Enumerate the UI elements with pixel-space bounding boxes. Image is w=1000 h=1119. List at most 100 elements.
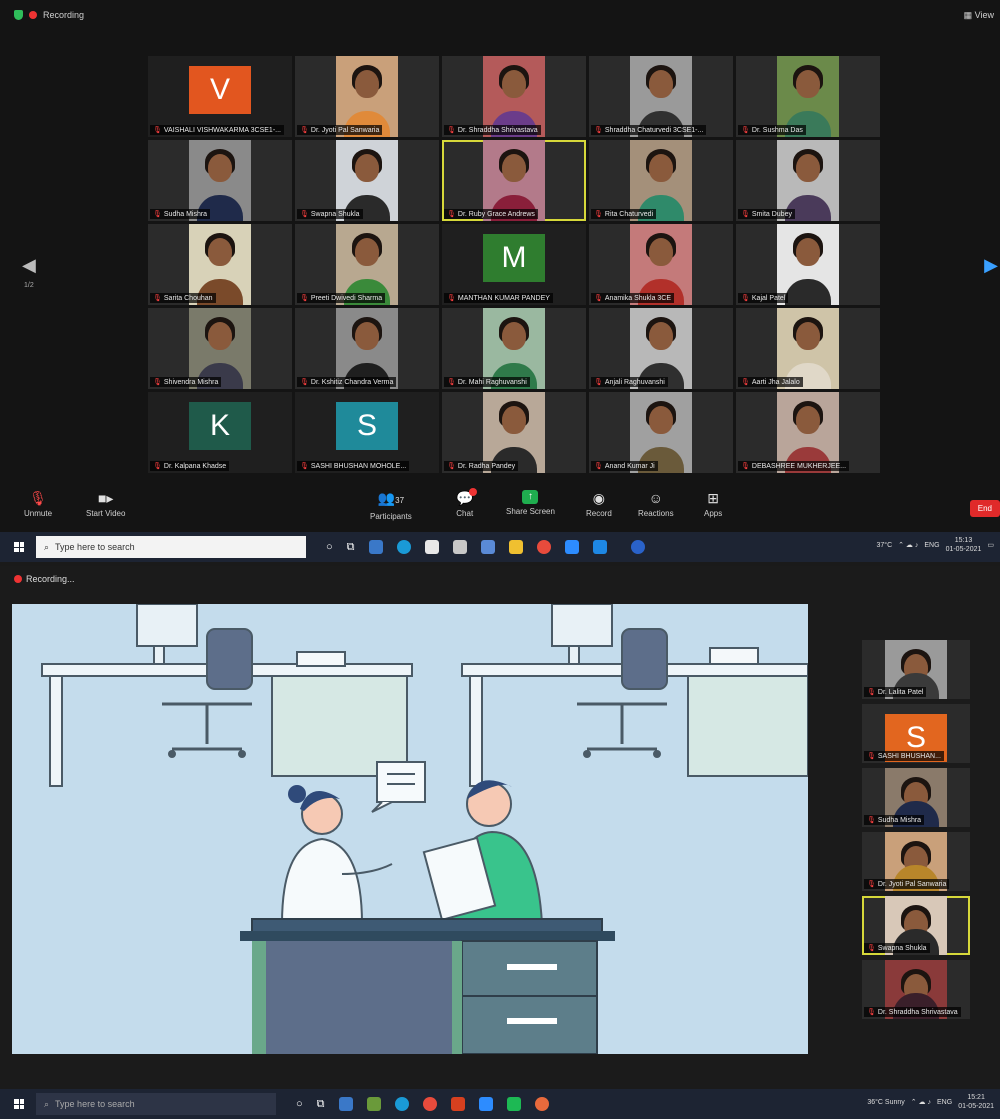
windows-taskbar: ⌕ Type here to search ○ ⧉ 37°C ⌃ ☁ ♪ ENG… (0, 532, 1000, 562)
windows-start-icon[interactable] (14, 542, 24, 552)
meeting-toolbar: 🎙 Unmute ■▸ Start Video 👥37 Participants… (0, 488, 1000, 528)
cortana-icon[interactable]: ○ (296, 1098, 303, 1110)
tray-icons: ⌃ ☁ ♪ (898, 542, 919, 549)
participant-tile[interactable]: V 🎙 VAISHALI VISHWAKARMA 3CSE1-... (148, 56, 292, 137)
participant-tile[interactable]: S 🎙 SASHI BHUSHAN MOHOLE... (295, 392, 439, 473)
zoom-icon[interactable] (478, 1097, 493, 1111)
participants-button[interactable]: 👥37 Participants (370, 490, 412, 521)
mic-muted-icon: 🎙 (741, 295, 750, 302)
office-icon[interactable] (450, 1097, 465, 1111)
participant-tile[interactable]: K 🎙 Dr. Kalpana Khadse (148, 392, 292, 473)
taskbar-search-input[interactable]: ⌕ Type here to search (36, 536, 306, 558)
mic-muted-icon: 🎙 (29, 490, 47, 506)
participant-tile[interactable]: 🎙 DEBASHREE MUKHERJEE... (736, 392, 880, 473)
participant-tile[interactable]: 🎙 Dr. Radha Pandey (442, 392, 586, 473)
shield-icon (14, 10, 23, 20)
participant-tile[interactable]: 🎙 Smita Dubey (736, 140, 880, 221)
recording-indicator: Recording (14, 10, 84, 20)
taskbar-search-input-2[interactable]: ⌕ Type here to search (36, 1093, 276, 1115)
participant-tile[interactable]: 🎙 Sarita Chouhan (148, 224, 292, 305)
chrome-icon[interactable] (422, 1097, 437, 1111)
participant-name: 🎙 Swapna Shukla (864, 943, 930, 953)
photos-icon[interactable] (366, 1097, 381, 1111)
participant-tile[interactable]: 🎙 Dr. Kshitiz Chandra Verma (295, 308, 439, 389)
mic-muted-icon: 🎙 (447, 463, 456, 470)
firefox-icon[interactable] (534, 1097, 549, 1111)
participant-tile[interactable]: 🎙 Shraddha Chaturvedi 3CSE1-... (589, 56, 733, 137)
participant-name: 🎙 SASHI BHUSHAN MOHOLE... (297, 461, 410, 471)
mail-icon[interactable] (368, 540, 383, 554)
share-screen-button[interactable]: ↑ Share Screen (506, 490, 555, 516)
participant-tile[interactable]: 🎙 Preeti Dwivedi Sharma (295, 224, 439, 305)
file-explorer-icon[interactable] (508, 540, 523, 554)
mic-muted-icon: 🎙 (300, 463, 309, 470)
participant-name: 🎙 Sudha Mishra (150, 209, 211, 219)
task-view-icon[interactable]: ⧉ (317, 1098, 325, 1111)
participant-tile[interactable]: 🎙 Kajal Patel (736, 224, 880, 305)
participant-tile[interactable]: 🎙 Dr. Jyoti Pal Sanwaria (862, 832, 970, 891)
chat-button[interactable]: 💬 Chat (456, 488, 478, 518)
start-video-button[interactable]: ■▸ Start Video (86, 490, 125, 518)
mail-icon[interactable] (338, 1097, 353, 1111)
mic-muted-icon: 🎙 (300, 295, 309, 302)
view-button[interactable]: ▦ View (964, 10, 994, 21)
participant-tile[interactable]: 🎙 Shivendra Mishra (148, 308, 292, 389)
participant-tile[interactable]: 🎙 Dr. Lalita Patel (862, 640, 970, 699)
chrome-icon[interactable] (536, 540, 551, 554)
spotify-icon[interactable] (506, 1097, 521, 1111)
mic-muted-icon: 🎙 (594, 127, 603, 134)
participant-tile[interactable]: 🎙 Rita Chaturvedi (589, 140, 733, 221)
chat-badge (469, 488, 478, 496)
participant-tile[interactable]: 🎙 Anjali Raghuvanshi (589, 308, 733, 389)
end-meeting-button[interactable]: End (969, 500, 1000, 517)
help-icon[interactable] (630, 540, 645, 554)
participant-tile[interactable]: 🎙 Dr. Sushma Das (736, 56, 880, 137)
unmute-button[interactable]: 🎙 Unmute (24, 490, 52, 518)
participant-tile[interactable]: 🎙 Dr. Jyoti Pal Sanwaria (295, 56, 439, 137)
windows-taskbar-2: ⌕ Type here to search ○ ⧉ 36°C Sunny ⌃ ☁… (0, 1089, 1000, 1119)
participant-tile[interactable]: 🎙 Anamika Shukla 3CE (589, 224, 733, 305)
participant-tile[interactable]: 🎙 Dr. Ruby Grace Andrews (442, 140, 586, 221)
participant-tile[interactable]: 🎙 Dr. Mahi Raghuvanshi (442, 308, 586, 389)
windows-start-icon[interactable] (14, 1099, 24, 1109)
participant-name: 🎙 Dr. Sushma Das (738, 125, 806, 135)
participant-tile[interactable]: 🎙 Swapna Shukla (295, 140, 439, 221)
participant-tile[interactable]: 🎙 Dr. Shraddha Shrivastava (862, 960, 970, 1019)
notification-icon[interactable]: ▭ (987, 541, 994, 549)
next-page-icon[interactable]: ▶ (984, 255, 998, 276)
participant-tile[interactable]: S 🎙 SASHI BHUSHAN... (862, 704, 970, 763)
store-icon[interactable] (424, 540, 439, 554)
participant-name: 🎙 Dr. Mahi Raghuvanshi (444, 377, 530, 387)
cortana-icon[interactable]: ○ (326, 541, 333, 553)
participant-tile[interactable]: 🎙 Sudha Mishra (862, 768, 970, 827)
edge-icon[interactable] (394, 1097, 409, 1111)
participant-name: 🎙 Sudha Mishra (864, 815, 925, 825)
notes-icon[interactable] (452, 540, 467, 554)
participant-avatar: M (483, 234, 545, 282)
record-button[interactable]: ◉ Record (586, 490, 612, 518)
participant-tile[interactable]: 🎙 Aarti Jha Jalalo (736, 308, 880, 389)
participant-tile[interactable]: 🎙 Swapna Shukla (862, 896, 970, 955)
participant-name: 🎙 Sarita Chouhan (150, 293, 216, 303)
participant-name: 🎙 Smita Dubey (738, 209, 795, 219)
edge-icon[interactable] (396, 540, 411, 554)
settings-icon[interactable] (480, 540, 495, 554)
reactions-button[interactable]: ☺ Reactions (638, 490, 674, 518)
task-view-icon[interactable]: ⧉ (347, 541, 355, 554)
word-icon[interactable] (592, 540, 607, 554)
zoom-icon[interactable] (564, 540, 579, 554)
prev-page-icon[interactable]: ◀ (22, 255, 36, 276)
participant-tile[interactable]: M 🎙 MANTHAN KUMAR PANDEY (442, 224, 586, 305)
mic-muted-icon: 🎙 (867, 881, 876, 888)
participant-name: 🎙 Dr. Jyoti Pal Sanwaria (864, 879, 950, 889)
participant-avatar: K (189, 402, 251, 450)
apps-icon: ⊞ (707, 490, 719, 506)
clock[interactable]: 15:21 01-05-2021 (958, 1093, 994, 1111)
participant-tile[interactable]: 🎙 Sudha Mishra (148, 140, 292, 221)
mic-muted-icon: 🎙 (447, 211, 456, 218)
apps-button[interactable]: ⊞ Apps (704, 490, 722, 518)
share-screen-icon: ↑ (522, 490, 539, 504)
participant-tile[interactable]: 🎙 Anand Kumar Ji (589, 392, 733, 473)
participant-tile[interactable]: 🎙 Dr. Shraddha Shrivastava (442, 56, 586, 137)
clock[interactable]: 15:13 01-05-2021 (946, 536, 982, 554)
